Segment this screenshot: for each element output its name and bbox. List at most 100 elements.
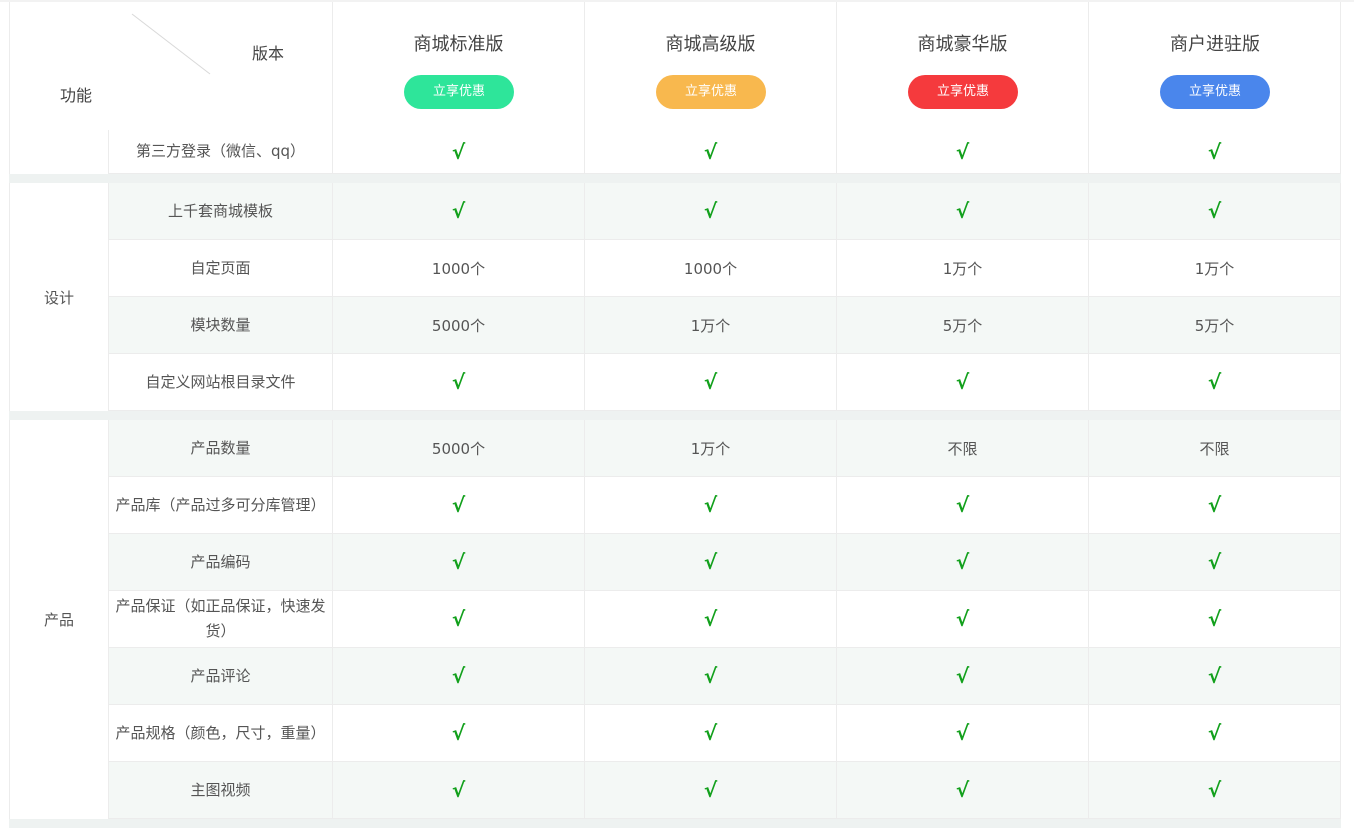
version-label: 版本 xyxy=(252,44,285,63)
plan-value: 1万个 xyxy=(690,316,731,335)
table-row: 产品编码 √ √ √ √ xyxy=(109,534,1340,591)
check-icon: √ xyxy=(955,550,970,574)
plan-value-cell: √ xyxy=(1089,762,1340,818)
check-icon: √ xyxy=(451,370,466,394)
plan-value-cell: √ xyxy=(837,591,1089,647)
check-icon: √ xyxy=(955,778,970,802)
plan-column-merchant: 商户进驻版 立享优惠 xyxy=(1089,2,1341,130)
plan-value-cell: 5万个 xyxy=(1089,297,1340,353)
plan-column-advanced: 商城高级版 立享优惠 xyxy=(585,2,837,130)
feature-group: 第三方登录（微信、qq） √ √ √ √ xyxy=(9,130,1341,174)
check-icon: √ xyxy=(451,493,466,517)
table-row: 产品评论 √ √ √ √ xyxy=(109,648,1340,705)
plan-offer-button[interactable]: 立享优惠 xyxy=(908,75,1018,109)
plan-column-deluxe: 商城豪华版 立享优惠 xyxy=(837,2,1089,130)
plan-value-cell: √ xyxy=(333,183,585,239)
plan-value-cell: √ xyxy=(1089,477,1340,533)
check-icon: √ xyxy=(703,139,718,164)
function-label: 功能 xyxy=(60,86,93,105)
check-icon: √ xyxy=(1207,199,1222,223)
check-icon: √ xyxy=(703,721,718,745)
plan-value-cell: √ xyxy=(585,354,837,410)
plan-value: 1000个 xyxy=(683,259,738,278)
check-icon: √ xyxy=(703,664,718,688)
plan-value-cell: √ xyxy=(333,705,585,761)
plan-value: 5000个 xyxy=(431,316,486,335)
check-icon: √ xyxy=(955,607,970,631)
feature-name: 产品库（产品过多可分库管理） xyxy=(109,477,333,533)
plan-value-cell: √ xyxy=(837,130,1089,173)
category-label: 设计 xyxy=(10,183,109,411)
plan-name: 商城标准版 xyxy=(413,34,504,55)
category-label xyxy=(10,130,109,174)
plan-value-cell: √ xyxy=(333,591,585,647)
table-row: 主图视频 √ √ √ √ xyxy=(109,762,1340,819)
plan-value-cell: 5000个 xyxy=(333,420,585,476)
plan-offer-button[interactable]: 立享优惠 xyxy=(656,75,766,109)
plan-value-cell: √ xyxy=(333,648,585,704)
feature-name: 产品规格（颜色，尺寸，重量） xyxy=(109,705,333,761)
check-icon: √ xyxy=(1207,778,1222,802)
plan-value-cell: √ xyxy=(837,354,1089,410)
plan-value-cell: √ xyxy=(585,477,837,533)
check-icon: √ xyxy=(1207,139,1222,164)
check-icon: √ xyxy=(451,607,466,631)
table-row: 自定义网站根目录文件 √ √ √ √ xyxy=(109,354,1340,411)
plan-value: 1万个 xyxy=(1194,259,1235,278)
feature-name: 产品评论 xyxy=(109,648,333,704)
check-icon: √ xyxy=(1207,370,1222,394)
plan-value-cell: √ xyxy=(1089,705,1340,761)
plan-value: 5万个 xyxy=(942,316,983,335)
plan-value-cell: √ xyxy=(1089,130,1340,173)
plan-value: 5万个 xyxy=(1194,316,1235,335)
table-row: 产品库（产品过多可分库管理） √ √ √ √ xyxy=(109,477,1340,534)
check-icon: √ xyxy=(1207,493,1222,517)
check-icon: √ xyxy=(955,139,970,164)
group-divider xyxy=(9,174,1341,183)
plan-name: 商城豪华版 xyxy=(917,34,1008,55)
plan-value-cell: 1万个 xyxy=(585,420,837,476)
pricing-comparison-page: 版本 功能 商城标准版 立享优惠 商城高级版 立享优惠 商城豪华版 立享优惠 商… xyxy=(0,0,1354,828)
plan-value-cell: √ xyxy=(585,591,837,647)
plan-value-cell: 1000个 xyxy=(333,240,585,296)
check-icon: √ xyxy=(955,493,970,517)
check-icon: √ xyxy=(1207,550,1222,574)
diagonal-divider xyxy=(131,13,211,75)
plan-value-cell: √ xyxy=(333,130,585,173)
table-row: 模块数量 5000个 1万个 5万个 5万个 xyxy=(109,297,1340,354)
plan-value-cell: √ xyxy=(837,183,1089,239)
plan-value-cell: √ xyxy=(837,534,1089,590)
check-icon: √ xyxy=(703,370,718,394)
plan-value-cell: 5万个 xyxy=(837,297,1089,353)
check-icon: √ xyxy=(703,493,718,517)
plan-header: 版本 功能 商城标准版 立享优惠 商城高级版 立享优惠 商城豪华版 立享优惠 商… xyxy=(9,2,1341,130)
plan-offer-button[interactable]: 立享优惠 xyxy=(1160,75,1270,109)
plan-column-standard: 商城标准版 立享优惠 xyxy=(333,2,585,130)
feature-name: 产品数量 xyxy=(109,420,333,476)
feature-name: 模块数量 xyxy=(109,297,333,353)
plan-value-cell: √ xyxy=(585,648,837,704)
plan-value: 不限 xyxy=(1199,439,1230,458)
feature-name: 自定页面 xyxy=(109,240,333,296)
plan-name: 商城高级版 xyxy=(665,34,756,55)
category-label: 产品 xyxy=(10,420,109,819)
plan-value-cell: √ xyxy=(837,762,1089,818)
plan-value: 1万个 xyxy=(690,439,731,458)
plan-value-cell: √ xyxy=(585,534,837,590)
table-row: 第三方登录（微信、qq） √ √ √ √ xyxy=(109,130,1340,174)
table-row: 产品规格（颜色，尺寸，重量） √ √ √ √ xyxy=(109,705,1340,762)
check-icon: √ xyxy=(703,199,718,223)
plan-value-cell: √ xyxy=(1089,591,1340,647)
plan-value-cell: √ xyxy=(333,354,585,410)
table-row: 上千套商城模板 √ √ √ √ xyxy=(109,183,1340,240)
plan-value-cell: √ xyxy=(837,477,1089,533)
check-icon: √ xyxy=(451,199,466,223)
check-icon: √ xyxy=(703,607,718,631)
check-icon: √ xyxy=(451,139,466,164)
plan-value-cell: 1000个 xyxy=(585,240,837,296)
plan-offer-button[interactable]: 立享优惠 xyxy=(404,75,514,109)
feature-name: 上千套商城模板 xyxy=(109,183,333,239)
check-icon: √ xyxy=(955,370,970,394)
plan-value: 1000个 xyxy=(431,259,486,278)
feature-name: 第三方登录（微信、qq） xyxy=(109,130,333,173)
